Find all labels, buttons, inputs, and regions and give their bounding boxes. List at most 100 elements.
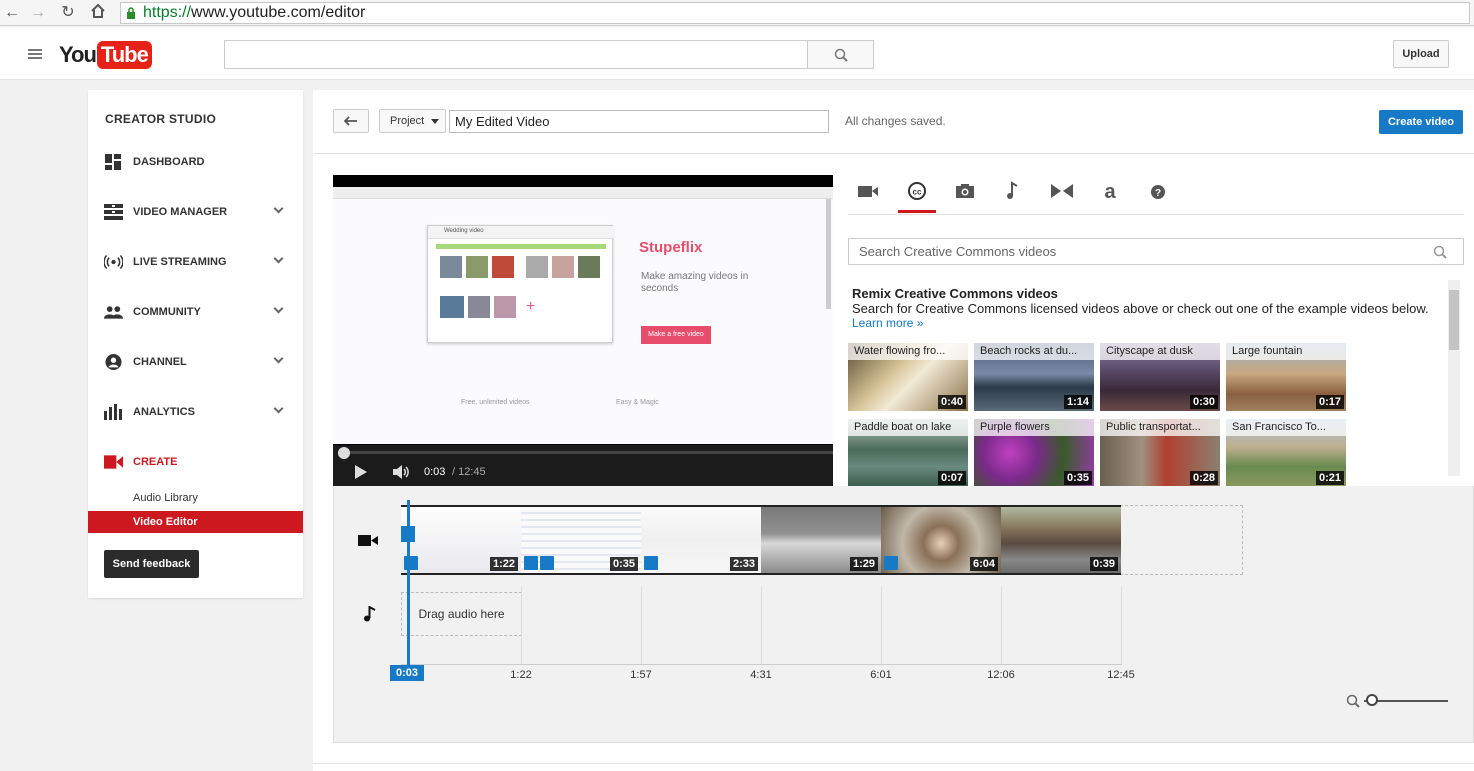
timeline-clip[interactable]: 0:39 xyxy=(1001,505,1121,575)
time-tick: 12:06 xyxy=(987,669,1015,681)
cc-video-card[interactable]: Paddle boat on lake 0:07 xyxy=(848,419,968,487)
cc-description: Search for Creative Commons licensed vid… xyxy=(852,301,1429,316)
sidebar-item-community[interactable]: COMMUNITY xyxy=(88,297,303,327)
scrollbar-thumb[interactable] xyxy=(1449,290,1459,350)
audio-drop-zone[interactable]: Drag audio here xyxy=(401,592,522,636)
sidebar-item-create[interactable]: CREATE xyxy=(88,447,303,477)
sidebar-subitem-video-editor[interactable]: Video Editor xyxy=(88,511,303,533)
video-title: Large fountain xyxy=(1226,343,1346,360)
clip-duration: 1:22 xyxy=(489,557,518,571)
text-icon[interactable]: a xyxy=(1098,181,1122,201)
channel-icon xyxy=(105,354,122,370)
browser-toolbar: ← → ↻ https://www.youtube.com/editor xyxy=(0,0,1474,26)
grid-line xyxy=(881,586,882,664)
photo-camera-icon[interactable] xyxy=(953,181,977,201)
timeline-clip[interactable]: 6:04 xyxy=(881,505,1001,575)
sidebar-item-dashboard[interactable]: DASHBOARD xyxy=(88,147,303,177)
video-duration: 0:21 xyxy=(1315,471,1344,485)
chevron-down-icon[interactable] xyxy=(273,253,284,264)
play-icon[interactable] xyxy=(355,465,367,479)
upload-button[interactable]: Upload xyxy=(1393,40,1449,68)
learn-more-link[interactable]: Learn more » xyxy=(852,316,923,330)
clip-duration: 2:33 xyxy=(729,557,758,571)
cc-video-card[interactable]: San Francisco To... 0:21 xyxy=(1226,419,1346,487)
timeline-clip[interactable]: 1:22 xyxy=(401,505,521,575)
cc-search-input[interactable]: Search Creative Commons videos xyxy=(848,238,1464,265)
timeline-clip[interactable]: 1:29 xyxy=(761,505,881,575)
effects-icon[interactable] xyxy=(540,556,554,570)
search-button[interactable] xyxy=(807,40,874,69)
preview-app-header: Wedding video xyxy=(428,226,614,239)
reload-icon[interactable]: ↻ xyxy=(58,3,78,23)
chevron-down-icon[interactable] xyxy=(273,303,284,314)
sidebar-subitem-audio-library[interactable]: Audio Library xyxy=(88,487,303,509)
timeline-clip[interactable]: 0:35 xyxy=(521,505,641,575)
project-label: Project xyxy=(390,115,425,127)
back-arrow-icon[interactable]: ← xyxy=(2,3,22,23)
divider xyxy=(313,763,1474,764)
masthead: You Tube Upload xyxy=(0,27,1474,80)
sidebar-item-video-manager[interactable]: VIDEO MANAGER xyxy=(88,197,303,227)
preview-thumb xyxy=(526,256,548,278)
video-preview-player[interactable]: Wedding video + Stupeflix Make amazing v… xyxy=(333,175,833,486)
effects-icon[interactable] xyxy=(884,556,898,570)
url-scheme: https:// xyxy=(143,4,192,21)
preview-thumb xyxy=(440,256,462,278)
help-icon[interactable]: ? xyxy=(1146,181,1170,201)
time-tick: 1:22 xyxy=(510,669,532,681)
video-title: San Francisco To... xyxy=(1226,419,1346,436)
trim-icon[interactable] xyxy=(644,556,658,570)
back-button[interactable] xyxy=(333,109,369,133)
video-duration: 0:30 xyxy=(1189,395,1218,409)
search-icon[interactable] xyxy=(1433,245,1447,259)
project-dropdown[interactable]: Project xyxy=(379,109,446,133)
preview-green-bar xyxy=(436,244,606,249)
address-bar[interactable]: https://www.youtube.com/editor xyxy=(120,2,1470,24)
sidebar-item-analytics[interactable]: ANALYTICS xyxy=(88,397,303,427)
trim-icon[interactable] xyxy=(524,556,538,570)
chevron-down-icon[interactable] xyxy=(273,203,284,214)
project-title-input[interactable]: My Edited Video xyxy=(449,110,829,133)
grid-line xyxy=(641,586,642,664)
clip-duration: 1:29 xyxy=(849,557,878,571)
search-icon xyxy=(834,48,848,62)
forward-arrow-icon[interactable]: → xyxy=(28,3,48,23)
send-feedback-button[interactable]: Send feedback xyxy=(104,550,199,578)
progress-bar[interactable] xyxy=(338,451,833,454)
panel-scrollbar[interactable] xyxy=(1448,280,1460,476)
search-input[interactable] xyxy=(224,40,808,69)
current-time: 0:03 xyxy=(424,466,446,478)
cc-video-card[interactable]: Public transportat... 0:28 xyxy=(1100,419,1220,487)
split-clip-icon[interactable] xyxy=(401,526,415,542)
svg-text:?: ? xyxy=(1155,188,1161,199)
sidebar-item-live-streaming[interactable]: LIVE STREAMING xyxy=(88,247,303,277)
logo-tube-text: Tube xyxy=(96,41,152,69)
cc-video-card[interactable]: Water flowing fro... 0:40 xyxy=(848,343,968,411)
video-camera-icon[interactable] xyxy=(856,181,880,201)
timeline-clip[interactable]: 2:33 xyxy=(641,505,761,575)
music-note-icon[interactable] xyxy=(1001,181,1025,201)
cc-video-card[interactable]: Large fountain 0:17 xyxy=(1226,343,1346,411)
create-video-button[interactable]: Create video xyxy=(1379,110,1463,134)
volume-icon[interactable] xyxy=(393,465,411,479)
youtube-logo[interactable]: You Tube xyxy=(59,41,152,69)
creator-studio-sidebar: CREATOR STUDIO DASHBOARD VIDEO MANAGER L… xyxy=(88,90,303,598)
chevron-down-icon[interactable] xyxy=(273,403,284,414)
home-icon[interactable] xyxy=(88,3,108,23)
transitions-icon[interactable] xyxy=(1050,181,1074,201)
zoom-icon xyxy=(1346,694,1360,708)
sidebar-item-channel[interactable]: CHANNEL xyxy=(88,347,303,377)
preview-wedding-label: Wedding video xyxy=(444,228,484,234)
sidebar-item-label: LIVE STREAMING xyxy=(133,256,227,268)
cc-video-card[interactable]: Cityscape at dusk 0:30 xyxy=(1100,343,1220,411)
menu-icon[interactable] xyxy=(28,49,42,59)
progress-scrubber[interactable] xyxy=(338,447,350,459)
preview-brand: Stupeflix xyxy=(639,239,703,256)
clip-duration: 0:35 xyxy=(609,557,638,571)
zoom-slider-handle[interactable] xyxy=(1366,694,1378,706)
cc-video-card[interactable]: Beach rocks at du... 1:14 xyxy=(974,343,1094,411)
creative-commons-icon[interactable]: cc xyxy=(905,181,929,201)
chevron-down-icon[interactable] xyxy=(273,353,284,364)
cc-video-card[interactable]: Purple flowers 0:35 xyxy=(974,419,1094,487)
preview-thumb xyxy=(440,296,464,318)
